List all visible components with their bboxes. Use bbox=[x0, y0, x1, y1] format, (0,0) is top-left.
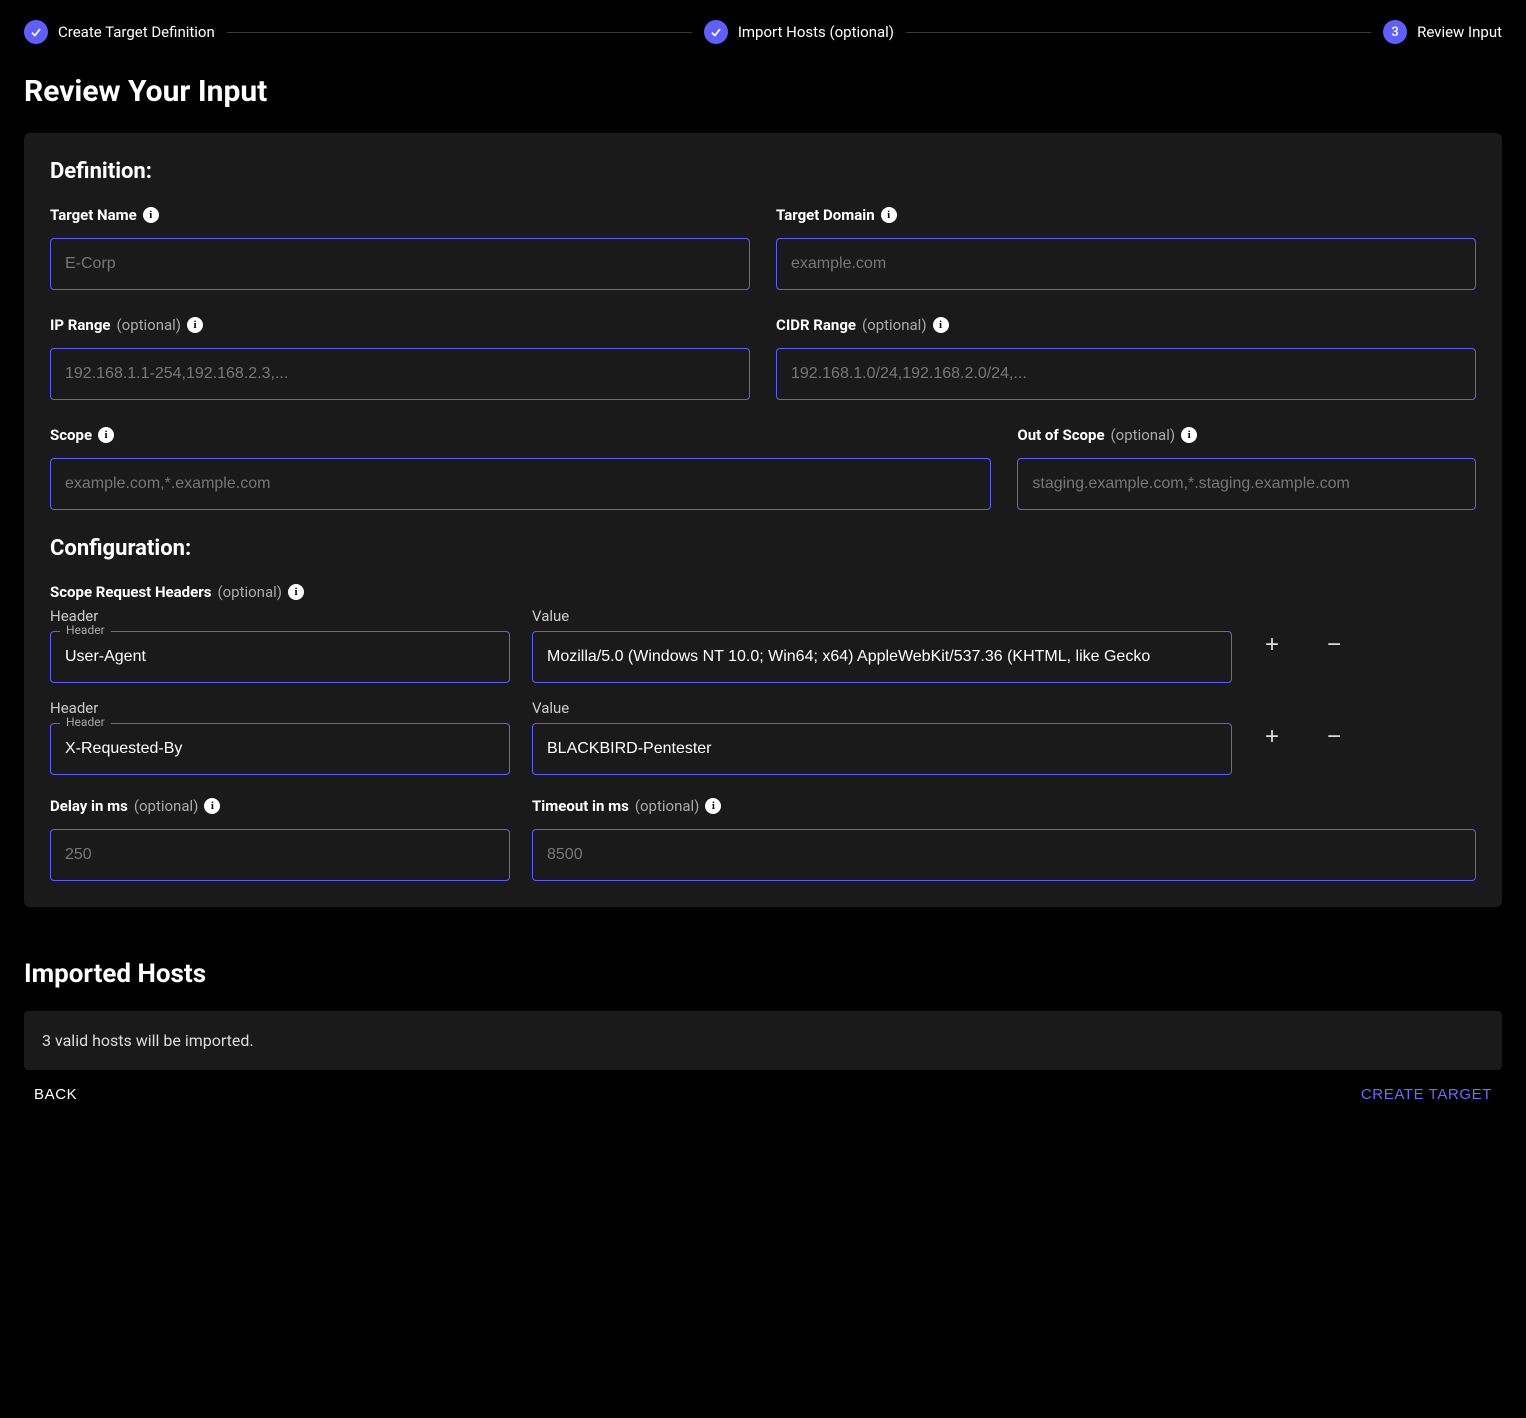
check-icon bbox=[24, 20, 48, 44]
floating-label: Header bbox=[60, 715, 111, 729]
ip-range-label: IP Range (optional) i bbox=[50, 316, 750, 334]
header-value-input[interactable] bbox=[532, 631, 1232, 683]
info-icon[interactable]: i bbox=[933, 317, 949, 333]
cidr-range-label: CIDR Range (optional) i bbox=[776, 316, 1476, 334]
remove-header-button[interactable]: − bbox=[1316, 719, 1352, 755]
header-name-input[interactable] bbox=[50, 631, 510, 683]
ip-range-input[interactable] bbox=[50, 348, 750, 400]
step-review-input[interactable]: 3 Review Input bbox=[1383, 20, 1502, 44]
cidr-range-input[interactable] bbox=[776, 348, 1476, 400]
target-domain-label: Target Domain i bbox=[776, 206, 1476, 224]
plus-icon: + bbox=[1265, 631, 1279, 659]
step-import-hosts[interactable]: Import Hosts (optional) bbox=[704, 20, 894, 44]
value-col-label: Value bbox=[532, 607, 1232, 625]
add-header-button[interactable]: + bbox=[1254, 627, 1290, 663]
header-name-input[interactable] bbox=[50, 723, 510, 775]
info-icon[interactable]: i bbox=[705, 798, 721, 814]
info-icon[interactable]: i bbox=[1181, 427, 1197, 443]
create-target-button[interactable]: CREATE TARGET bbox=[1361, 1086, 1492, 1103]
minus-icon: − bbox=[1327, 723, 1341, 751]
stepper: Create Target Definition Import Hosts (o… bbox=[24, 20, 1502, 44]
delay-label: Delay in ms (optional) i bbox=[50, 797, 510, 815]
header-col-label: Header bbox=[50, 699, 510, 717]
definition-title: Definition: bbox=[50, 159, 1476, 184]
definition-panel: Definition: Target Name i Target Domain … bbox=[24, 133, 1502, 907]
plus-icon: + bbox=[1265, 723, 1279, 751]
remove-header-button[interactable]: − bbox=[1316, 627, 1352, 663]
step-label: Create Target Definition bbox=[58, 23, 215, 41]
step-number: 3 bbox=[1383, 20, 1407, 44]
target-name-input[interactable] bbox=[50, 238, 750, 290]
target-domain-input[interactable] bbox=[776, 238, 1476, 290]
check-icon bbox=[704, 20, 728, 44]
imported-hosts-title: Imported Hosts bbox=[24, 959, 1502, 989]
info-icon[interactable]: i bbox=[881, 207, 897, 223]
back-button[interactable]: BACK bbox=[34, 1086, 77, 1103]
info-icon[interactable]: i bbox=[143, 207, 159, 223]
timeout-input[interactable] bbox=[532, 829, 1476, 881]
add-header-button[interactable]: + bbox=[1254, 719, 1290, 755]
imported-hosts-message: 3 valid hosts will be imported. bbox=[24, 1011, 1502, 1070]
scope-input[interactable] bbox=[50, 458, 991, 510]
step-connector bbox=[906, 32, 1371, 33]
target-name-label: Target Name i bbox=[50, 206, 750, 224]
page-title: Review Your Input bbox=[24, 74, 1502, 109]
floating-label: Header bbox=[60, 623, 111, 637]
footer-actions: BACK CREATE TARGET bbox=[24, 1086, 1502, 1103]
header-col-label: Header bbox=[50, 607, 510, 625]
step-label: Review Input bbox=[1417, 23, 1502, 41]
info-icon[interactable]: i bbox=[187, 317, 203, 333]
info-icon[interactable]: i bbox=[98, 427, 114, 443]
step-create-target[interactable]: Create Target Definition bbox=[24, 20, 215, 44]
minus-icon: − bbox=[1327, 631, 1341, 659]
scope-headers-label: Scope Request Headers (optional) i bbox=[50, 583, 1476, 601]
out-of-scope-input[interactable] bbox=[1017, 458, 1476, 510]
info-icon[interactable]: i bbox=[288, 584, 304, 600]
scope-label: Scope i bbox=[50, 426, 991, 444]
delay-input[interactable] bbox=[50, 829, 510, 881]
info-icon[interactable]: i bbox=[204, 798, 220, 814]
step-connector bbox=[227, 32, 692, 33]
configuration-title: Configuration: bbox=[50, 536, 1476, 561]
header-value-input[interactable] bbox=[532, 723, 1232, 775]
value-col-label: Value bbox=[532, 699, 1232, 717]
out-of-scope-label: Out of Scope (optional) i bbox=[1017, 426, 1476, 444]
timeout-label: Timeout in ms (optional) i bbox=[532, 797, 1476, 815]
step-label: Import Hosts (optional) bbox=[738, 23, 894, 41]
